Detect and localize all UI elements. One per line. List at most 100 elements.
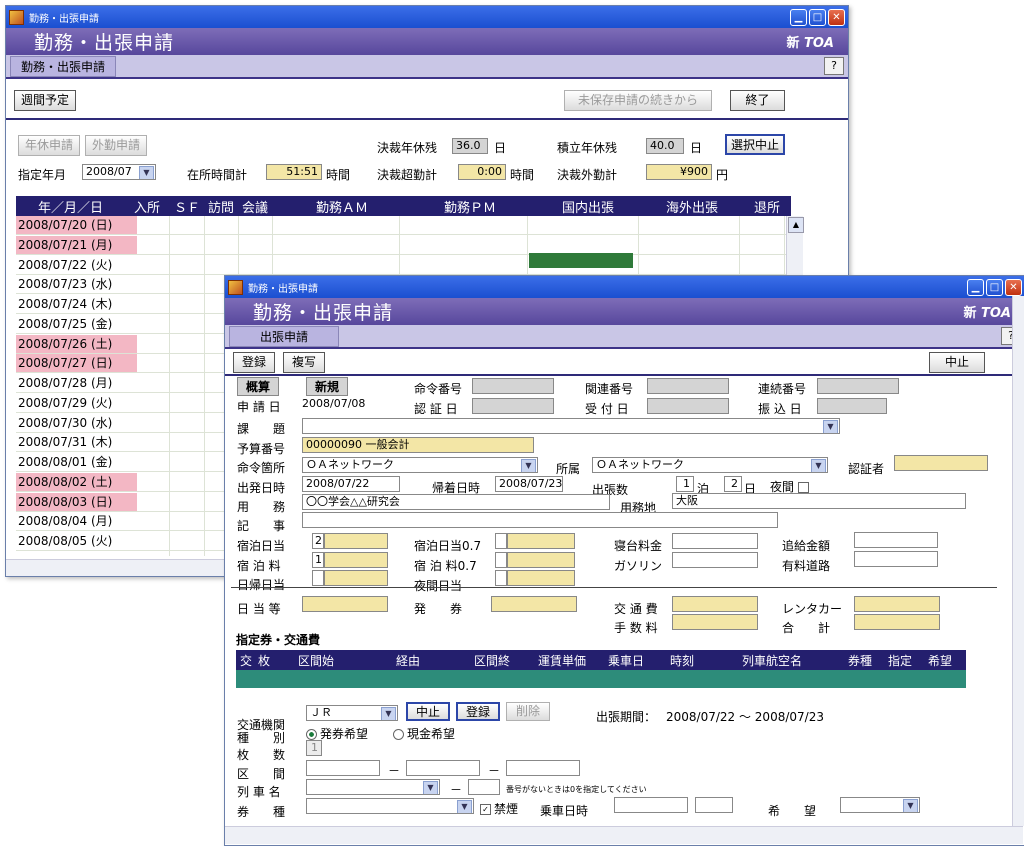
cancel-button[interactable]: 中止	[929, 352, 985, 373]
chevron-down-icon[interactable]: ▼	[139, 166, 154, 179]
daily-field[interactable]	[302, 596, 388, 612]
budget-field[interactable]: 00000090 一般会計	[302, 437, 534, 453]
segment-from[interactable]	[306, 760, 380, 776]
tab-trip-request[interactable]: 出張申請	[229, 325, 340, 347]
register-button[interactable]: 登録	[233, 352, 275, 373]
segment-via[interactable]	[406, 760, 480, 776]
board-date-field[interactable]	[614, 797, 688, 813]
exit-button[interactable]: 終了	[730, 90, 785, 111]
lodging-fee07-amount[interactable]	[507, 552, 575, 568]
fee-field[interactable]	[672, 614, 758, 630]
receive-date-label: 受 付 日	[585, 402, 629, 416]
depart-field[interactable]: 2008/07/22	[302, 476, 400, 492]
related-no-field[interactable]	[647, 378, 729, 394]
transit-register-button[interactable]: 登録	[456, 702, 500, 721]
days-field[interactable]: 2	[724, 476, 742, 492]
train-number[interactable]	[468, 779, 500, 795]
nonsmoking[interactable]: ✓ 禁煙	[480, 800, 518, 817]
scroll-up-icon[interactable]: ▲	[788, 217, 804, 233]
chevron-down-icon[interactable]: ▼	[381, 707, 396, 720]
rental-field[interactable]	[854, 596, 940, 612]
front-scrollbar[interactable]	[1012, 296, 1024, 826]
close-icon[interactable]: ✕	[1005, 278, 1022, 296]
sleeper-field[interactable]	[672, 533, 758, 549]
annual-leave-button[interactable]: 年休申請	[18, 135, 80, 156]
radio-ticket[interactable]	[306, 729, 317, 740]
ticket-label: 発 券	[414, 602, 463, 616]
ticket-type-select[interactable]: ▼	[306, 798, 474, 814]
ticket-field[interactable]	[491, 596, 577, 612]
copy-button[interactable]: 複写	[283, 352, 325, 373]
weekly-schedule-button[interactable]: 週間予定	[14, 90, 76, 111]
dayreturn-amount[interactable]	[324, 570, 388, 586]
table-row[interactable]: 2008/07/22 (火)	[16, 256, 791, 275]
transport-field[interactable]	[672, 596, 758, 612]
lodging-allow07-count[interactable]	[495, 533, 507, 549]
purpose-field[interactable]: 〇〇学会△△研究会	[302, 494, 610, 510]
month-select[interactable]: 2008/07 ▼	[82, 164, 156, 180]
notes-field[interactable]	[302, 512, 778, 528]
board-time-field[interactable]	[695, 797, 733, 813]
nights-field[interactable]: 1	[676, 476, 694, 492]
back-titlebar[interactable]: 勤務・出張申請 ▁ □ ✕	[6, 6, 848, 28]
receive-date-field[interactable]	[647, 398, 729, 414]
type-option-cash[interactable]: 現金希望	[393, 725, 455, 742]
front-titlebar[interactable]: 勤務・出張申請 ▁ □ ✕	[225, 276, 1024, 298]
nonsmoking-checkbox[interactable]: ✓	[480, 804, 491, 815]
wish-select[interactable]: ▼	[840, 797, 920, 813]
table-row[interactable]: 2008/07/20 (日)	[16, 216, 791, 235]
chevron-down-icon[interactable]: ▼	[423, 781, 438, 794]
extra-pay-field[interactable]	[854, 532, 938, 548]
destination-field[interactable]: 大阪	[672, 493, 966, 509]
th-time: 時刻	[670, 654, 695, 668]
close-icon[interactable]: ✕	[828, 8, 845, 26]
transfer-date-field[interactable]	[817, 398, 887, 414]
order-place-select[interactable]: ＯＡネットワーク ▼	[302, 457, 538, 473]
chevron-down-icon[interactable]: ▼	[521, 459, 536, 472]
lodging-allow-amount[interactable]	[324, 533, 388, 549]
lodging-fee07-count[interactable]	[495, 552, 507, 568]
dayreturn-count[interactable]	[312, 570, 324, 586]
gasoline-field[interactable]	[672, 552, 758, 568]
chevron-down-icon[interactable]: ▼	[811, 459, 826, 472]
maximize-icon[interactable]: □	[986, 278, 1003, 296]
transit-delete-button[interactable]: 削除	[506, 702, 550, 721]
toll-label: 有料道路	[782, 559, 831, 573]
lodging-allow-count[interactable]: 2	[312, 533, 324, 549]
ticket-table-row[interactable]	[236, 670, 966, 688]
lodging-allow07-amount[interactable]	[507, 533, 575, 549]
night-allow-count[interactable]	[495, 570, 507, 586]
train-select[interactable]: ▼	[306, 779, 440, 795]
lodging-fee-amount[interactable]	[324, 552, 388, 568]
radio-cash[interactable]	[393, 729, 404, 740]
serial-no-field[interactable]	[817, 378, 899, 394]
maximize-icon[interactable]: □	[809, 8, 826, 26]
toll-field[interactable]	[854, 551, 938, 567]
help-button[interactable]: ?	[824, 57, 844, 75]
count-field[interactable]: 1	[306, 740, 322, 756]
transit-select[interactable]: ＪＲ ▼	[306, 705, 398, 721]
domestic-trip-fill[interactable]	[529, 253, 633, 268]
return-field[interactable]: 2008/07/23	[495, 476, 563, 492]
lodging-fee-count[interactable]: 1	[312, 552, 324, 568]
chevron-down-icon[interactable]: ▼	[457, 800, 472, 813]
night-allow-amount[interactable]	[507, 570, 575, 586]
section-select[interactable]: ▼	[302, 418, 840, 434]
certifier-field[interactable]	[894, 455, 988, 471]
minimize-icon[interactable]: ▁	[967, 278, 984, 296]
affiliation-select[interactable]: ＯＡネットワーク ▼	[592, 457, 828, 473]
order-no-field[interactable]	[472, 378, 554, 394]
minimize-icon[interactable]: ▁	[790, 8, 807, 26]
table-row[interactable]: 2008/07/21 (月)	[16, 235, 791, 255]
tab-attendance[interactable]: 勤務・出張申請	[10, 55, 117, 77]
segment-to[interactable]	[506, 760, 580, 776]
outside-work-button[interactable]: 外勤申請	[85, 135, 147, 156]
continue-unsaved-button[interactable]: 未保存申請の続きから	[564, 90, 712, 111]
transit-cancel-button[interactable]: 中止	[406, 702, 450, 721]
cancel-selection-button[interactable]: 選択中止	[725, 134, 785, 155]
chevron-down-icon[interactable]: ▼	[903, 799, 918, 812]
total-field[interactable]	[854, 614, 940, 630]
night-checkbox[interactable]	[797, 482, 809, 493]
chevron-down-icon[interactable]: ▼	[823, 420, 838, 433]
approve-date-field[interactable]	[472, 398, 554, 414]
